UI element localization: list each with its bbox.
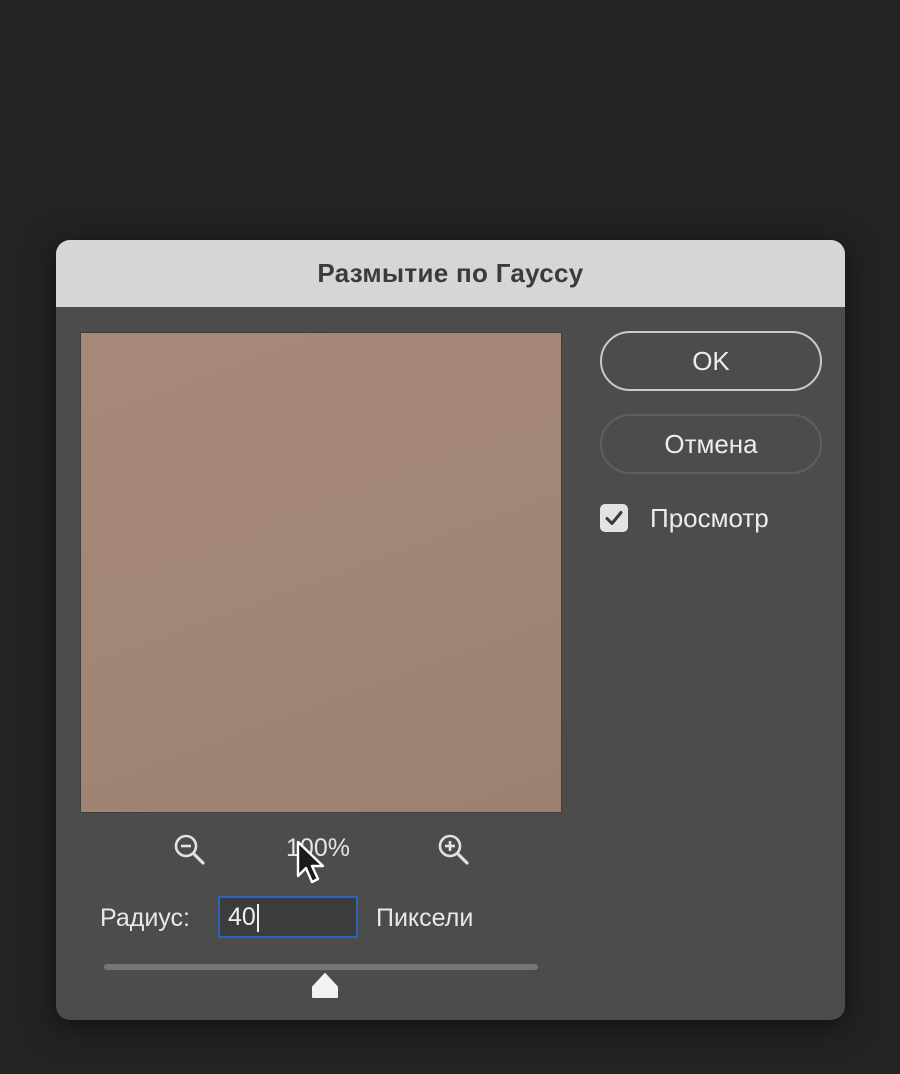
gaussian-blur-dialog: Размытие по Гауссу 100% Радиус: 40 Пиксе… bbox=[56, 240, 845, 1020]
preview-checkbox-label: Просмотр bbox=[650, 503, 769, 533]
radius-row: Радиус: 40 Пиксели bbox=[100, 896, 560, 940]
radius-units-label: Пиксели bbox=[376, 904, 474, 932]
dialog-title: Размытие по Гауссу bbox=[56, 240, 845, 307]
checkbox-box[interactable] bbox=[600, 504, 628, 532]
preview-checkbox[interactable]: Просмотр bbox=[600, 502, 830, 534]
radius-input[interactable]: 40 bbox=[218, 896, 358, 938]
cancel-button[interactable]: Отмена bbox=[600, 414, 822, 474]
zoom-controls: 100% bbox=[80, 830, 562, 884]
zoom-in-icon[interactable] bbox=[436, 832, 472, 868]
text-caret bbox=[256, 904, 259, 933]
ok-button[interactable]: OK bbox=[600, 331, 822, 391]
checkmark-icon bbox=[605, 511, 623, 525]
zoom-out-icon[interactable] bbox=[172, 832, 208, 868]
mouse-cursor-icon bbox=[296, 840, 326, 884]
radius-value: 40 bbox=[228, 903, 256, 931]
radius-slider-thumb[interactable] bbox=[311, 973, 339, 999]
radius-label: Радиус: bbox=[100, 904, 190, 932]
radius-slider-track[interactable] bbox=[104, 964, 538, 970]
preview-image[interactable] bbox=[80, 332, 562, 813]
